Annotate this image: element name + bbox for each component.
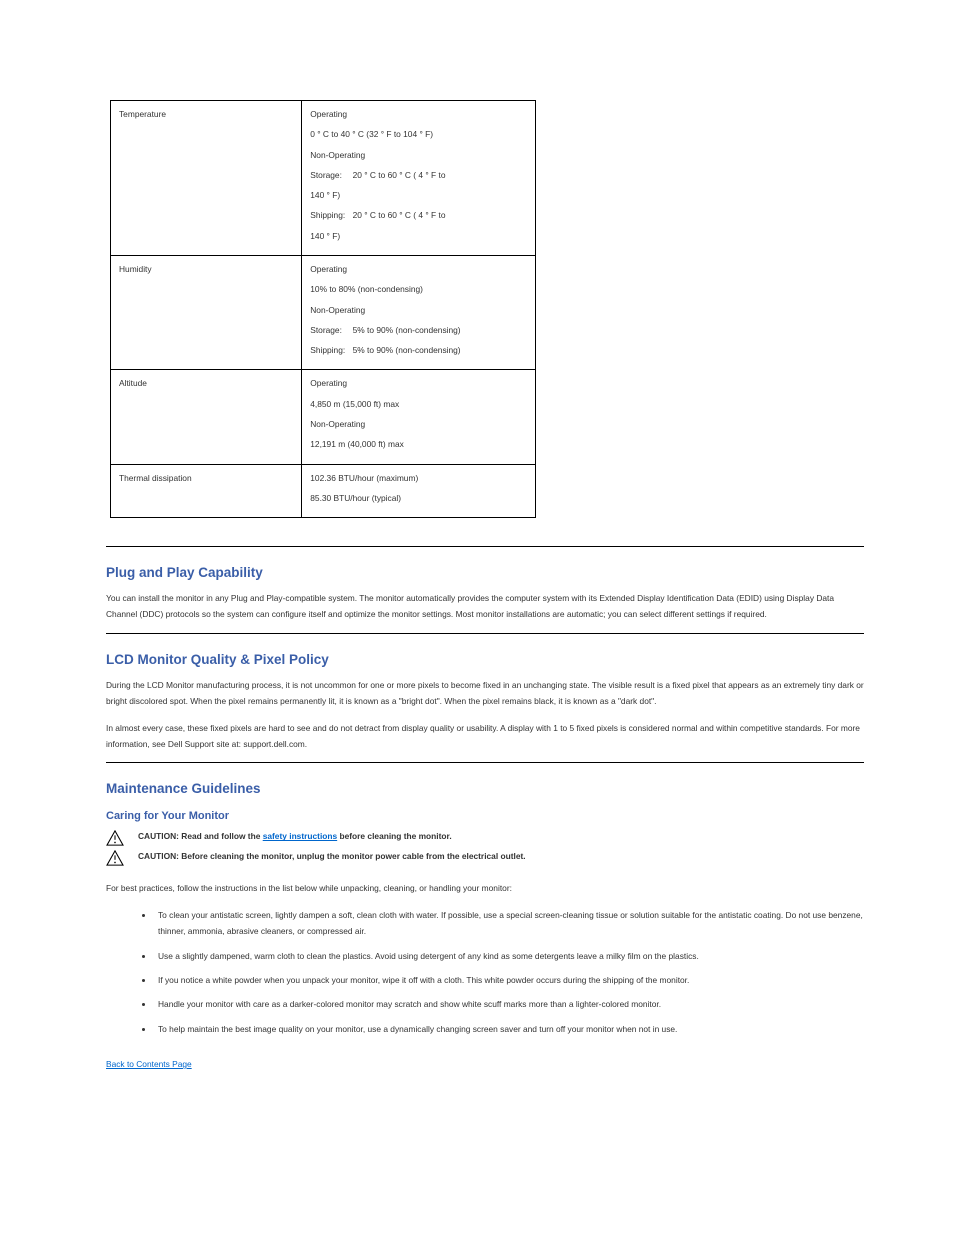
table-row: Temperature Operating 0 ° C to 40 ° C (3… xyxy=(111,101,536,256)
divider xyxy=(106,762,864,763)
list-item: Use a slightly dampened, warm cloth to c… xyxy=(154,948,864,964)
value: 140 ° F) xyxy=(310,188,527,202)
spec-value: Operating 0 ° C to 40 ° C (32 ° F to 104… xyxy=(302,101,536,256)
spec-key-text: Humidity xyxy=(119,264,152,274)
caution-text-2: CAUTION: Before cleaning the monitor, un… xyxy=(138,850,526,863)
value: 5% to 90% (non-condensing) xyxy=(353,345,461,355)
spec-key: Thermal dissipation xyxy=(111,464,302,518)
spec-key-text: Temperature xyxy=(119,109,166,119)
section-heading-pnp: Plug and Play Capability xyxy=(106,565,864,580)
environmental-spec-table: Temperature Operating 0 ° C to 40 ° C (3… xyxy=(110,100,536,518)
spec-key-text: Thermal dissipation xyxy=(119,473,192,483)
quality-body-2: In almost every case, these fixed pixels… xyxy=(106,720,864,753)
spec-value: 102.36 BTU/hour (maximum) 85.30 BTU/hour… xyxy=(302,464,536,518)
warning-triangle-icon xyxy=(106,850,124,866)
caution-suffix: before cleaning the monitor. xyxy=(337,831,451,841)
label: Operating xyxy=(310,109,347,119)
value: 5% to 90% (non-condensing) xyxy=(353,325,461,335)
section-heading-quality: LCD Monitor Quality & Pixel Policy xyxy=(106,652,864,667)
value: 20 ° C to 60 ° C ( 4 ° F to xyxy=(353,170,446,180)
value: 0 ° C to 40 ° C (32 ° F to 104 ° F) xyxy=(310,127,527,141)
list-item: To clean your antistatic screen, lightly… xyxy=(154,907,864,940)
divider xyxy=(106,546,864,547)
list-item: If you notice a white powder when you un… xyxy=(154,972,864,988)
caution-row-2: CAUTION: Before cleaning the monitor, un… xyxy=(106,850,864,866)
maintenance-bullet-list: To clean your antistatic screen, lightly… xyxy=(106,907,864,1037)
label: Storage: xyxy=(310,323,350,337)
caution-text-1: CAUTION: Read and follow the safety inst… xyxy=(138,830,452,843)
spec-key: Temperature xyxy=(111,101,302,256)
divider xyxy=(106,633,864,634)
list-item: To help maintain the best image quality … xyxy=(154,1021,864,1037)
label: Non-Operating xyxy=(310,419,365,429)
maintenance-lead: For best practices, follow the instructi… xyxy=(106,880,864,896)
label: Shipping: xyxy=(310,343,350,357)
section-heading-maintenance: Maintenance Guidelines xyxy=(106,781,864,796)
list-item: Handle your monitor with care as a darke… xyxy=(154,996,864,1012)
value: 140 ° F) xyxy=(310,229,527,243)
safety-instructions-link[interactable]: safety instructions xyxy=(263,831,337,841)
value: 12,191 m (40,000 ft) max xyxy=(310,437,527,451)
label: Shipping: xyxy=(310,208,350,222)
spec-value: Operating 4,850 m (15,000 ft) max Non-Op… xyxy=(302,370,536,464)
value: 20 ° C to 60 ° C ( 4 ° F to xyxy=(353,210,446,220)
label: Storage: xyxy=(310,168,350,182)
label: Non-Operating xyxy=(310,150,365,160)
caution-2-text: CAUTION: Before cleaning the monitor, un… xyxy=(138,851,526,861)
label: Operating xyxy=(310,264,347,274)
value: 102.36 BTU/hour (maximum) xyxy=(310,471,527,485)
table-row: Altitude Operating 4,850 m (15,000 ft) m… xyxy=(111,370,536,464)
table-row: Thermal dissipation 102.36 BTU/hour (max… xyxy=(111,464,536,518)
value: 10% to 80% (non-condensing) xyxy=(310,282,527,296)
back-to-contents-link[interactable]: Back to Contents Page xyxy=(106,1059,192,1069)
value: 85.30 BTU/hour (typical) xyxy=(310,491,527,505)
spec-value: Operating 10% to 80% (non-condensing) No… xyxy=(302,255,536,369)
spec-key-text: Altitude xyxy=(119,378,147,388)
caution-prefix: CAUTION: Read and follow the xyxy=(138,831,263,841)
value: 4,850 m (15,000 ft) max xyxy=(310,397,527,411)
quality-body-1: During the LCD Monitor manufacturing pro… xyxy=(106,677,864,710)
spec-key: Humidity xyxy=(111,255,302,369)
caution-row-1: CAUTION: Read and follow the safety inst… xyxy=(106,830,864,846)
subheading-caring: Caring for Your Monitor xyxy=(106,810,864,822)
label: Operating xyxy=(310,378,347,388)
pnp-body: You can install the monitor in any Plug … xyxy=(106,590,864,623)
table-row: Humidity Operating 10% to 80% (non-conde… xyxy=(111,255,536,369)
label: Non-Operating xyxy=(310,305,365,315)
warning-triangle-icon xyxy=(106,830,124,846)
spec-key: Altitude xyxy=(111,370,302,464)
